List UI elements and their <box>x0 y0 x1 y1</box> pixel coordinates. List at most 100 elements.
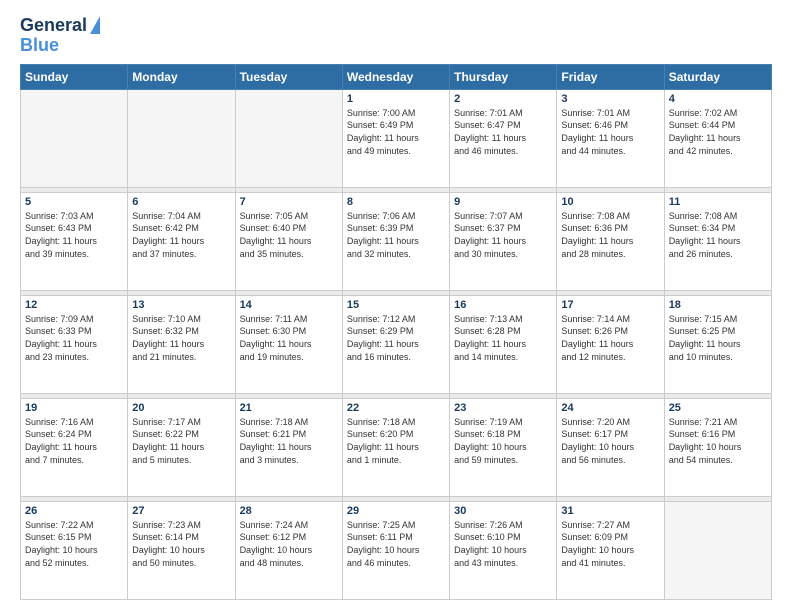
cell-info: Sunrise: 7:13 AM Sunset: 6:28 PM Dayligh… <box>454 313 552 363</box>
cell-info: Sunrise: 7:05 AM Sunset: 6:40 PM Dayligh… <box>240 210 338 260</box>
calendar-cell: 2 Sunrise: 7:01 AM Sunset: 6:47 PM Daylig… <box>450 89 557 187</box>
date-number: 10 <box>561 196 659 208</box>
calendar-cell: 24 Sunrise: 7:20 AM Sunset: 6:17 PM Dayli… <box>557 398 664 496</box>
calendar-cell: 5 Sunrise: 7:03 AM Sunset: 6:43 PM Daylig… <box>21 192 128 290</box>
calendar-cell <box>235 89 342 187</box>
calendar-cell: 17 Sunrise: 7:14 AM Sunset: 6:26 PM Dayli… <box>557 295 664 393</box>
date-number: 3 <box>561 93 659 105</box>
cell-info: Sunrise: 7:19 AM Sunset: 6:18 PM Dayligh… <box>454 416 552 466</box>
cell-info: Sunrise: 7:01 AM Sunset: 6:46 PM Dayligh… <box>561 107 659 157</box>
calendar-table: SundayMondayTuesdayWednesdayThursdayFrid… <box>20 64 772 600</box>
weekday-header: Saturday <box>664 64 771 89</box>
cell-info: Sunrise: 7:14 AM Sunset: 6:26 PM Dayligh… <box>561 313 659 363</box>
date-number: 5 <box>25 196 123 208</box>
cell-info: Sunrise: 7:15 AM Sunset: 6:25 PM Dayligh… <box>669 313 767 363</box>
cell-info: Sunrise: 7:10 AM Sunset: 6:32 PM Dayligh… <box>132 313 230 363</box>
date-number: 29 <box>347 505 445 517</box>
logo-text-blue: Blue <box>20 36 59 56</box>
date-number: 18 <box>669 299 767 311</box>
calendar-cell: 15Sunrise: 7:12 AM Sunset: 6:29 PM Dayli… <box>342 295 449 393</box>
date-number: 25 <box>669 402 767 414</box>
date-number: 22 <box>347 402 445 414</box>
calendar-cell: 26Sunrise: 7:22 AM Sunset: 6:15 PM Dayli… <box>21 501 128 599</box>
weekday-header: Thursday <box>450 64 557 89</box>
weekday-header: Tuesday <box>235 64 342 89</box>
cell-info: Sunrise: 7:04 AM Sunset: 6:42 PM Dayligh… <box>132 210 230 260</box>
date-number: 6 <box>132 196 230 208</box>
calendar-cell: 7 Sunrise: 7:05 AM Sunset: 6:40 PM Daylig… <box>235 192 342 290</box>
cell-info: Sunrise: 7:06 AM Sunset: 6:39 PM Dayligh… <box>347 210 445 260</box>
cell-info: Sunrise: 7:07 AM Sunset: 6:37 PM Dayligh… <box>454 210 552 260</box>
cell-info: Sunrise: 7:08 AM Sunset: 6:34 PM Dayligh… <box>669 210 767 260</box>
weekday-header: Friday <box>557 64 664 89</box>
header: General Blue <box>20 16 772 56</box>
calendar-cell: 3 Sunrise: 7:01 AM Sunset: 6:46 PM Daylig… <box>557 89 664 187</box>
calendar-cell: 29 Sunrise: 7:25 AM Sunset: 6:11 PM Dayli… <box>342 501 449 599</box>
cell-info: Sunrise: 7:01 AM Sunset: 6:47 PM Dayligh… <box>454 107 552 157</box>
calendar-cell: 31 Sunrise: 7:27 AM Sunset: 6:09 PM Dayli… <box>557 501 664 599</box>
date-number: 19 <box>25 402 123 414</box>
cell-info: Sunrise: 7:18 AM Sunset: 6:21 PM Dayligh… <box>240 416 338 466</box>
calendar-cell <box>664 501 771 599</box>
calendar-cell: 4 Sunrise: 7:02 AM Sunset: 6:44 PM Daylig… <box>664 89 771 187</box>
calendar-cell <box>128 89 235 187</box>
logo-triangle-icon <box>90 16 100 34</box>
calendar-week-row: 26Sunrise: 7:22 AM Sunset: 6:15 PM Dayli… <box>21 501 772 599</box>
date-number: 24 <box>561 402 659 414</box>
cell-info: Sunrise: 7:20 AM Sunset: 6:17 PM Dayligh… <box>561 416 659 466</box>
date-number: 27 <box>132 505 230 517</box>
date-number: 23 <box>454 402 552 414</box>
cell-info: Sunrise: 7:21 AM Sunset: 6:16 PM Dayligh… <box>669 416 767 466</box>
cell-info: Sunrise: 7:02 AM Sunset: 6:44 PM Dayligh… <box>669 107 767 157</box>
calendar-cell: 8Sunrise: 7:06 AM Sunset: 6:39 PM Daylig… <box>342 192 449 290</box>
cell-info: Sunrise: 7:27 AM Sunset: 6:09 PM Dayligh… <box>561 519 659 569</box>
calendar-week-row: 19 Sunrise: 7:16 AM Sunset: 6:24 PM Dayli… <box>21 398 772 496</box>
logo: General Blue <box>20 16 100 56</box>
cell-info: Sunrise: 7:00 AM Sunset: 6:49 PM Dayligh… <box>347 107 445 157</box>
calendar-week-row: 5 Sunrise: 7:03 AM Sunset: 6:43 PM Daylig… <box>21 192 772 290</box>
cell-info: Sunrise: 7:25 AM Sunset: 6:11 PM Dayligh… <box>347 519 445 569</box>
date-number: 31 <box>561 505 659 517</box>
calendar-cell: 30Sunrise: 7:26 AM Sunset: 6:10 PM Dayli… <box>450 501 557 599</box>
calendar-cell: 20 Sunrise: 7:17 AM Sunset: 6:22 PM Dayli… <box>128 398 235 496</box>
date-number: 15 <box>347 299 445 311</box>
calendar-cell <box>21 89 128 187</box>
calendar-cell: 1 Sunrise: 7:00 AM Sunset: 6:49 PM Daylig… <box>342 89 449 187</box>
calendar-cell: 22Sunrise: 7:18 AM Sunset: 6:20 PM Dayli… <box>342 398 449 496</box>
date-number: 28 <box>240 505 338 517</box>
calendar-cell: 12 Sunrise: 7:09 AM Sunset: 6:33 PM Dayli… <box>21 295 128 393</box>
date-number: 2 <box>454 93 552 105</box>
calendar-cell: 6 Sunrise: 7:04 AM Sunset: 6:42 PM Daylig… <box>128 192 235 290</box>
calendar-cell: 27Sunrise: 7:23 AM Sunset: 6:14 PM Dayli… <box>128 501 235 599</box>
logo-text-general: General <box>20 16 87 36</box>
date-number: 12 <box>25 299 123 311</box>
date-number: 21 <box>240 402 338 414</box>
date-number: 14 <box>240 299 338 311</box>
calendar-cell: 21 Sunrise: 7:18 AM Sunset: 6:21 PM Dayli… <box>235 398 342 496</box>
calendar-week-row: 1 Sunrise: 7:00 AM Sunset: 6:49 PM Daylig… <box>21 89 772 187</box>
calendar-cell: 14Sunrise: 7:11 AM Sunset: 6:30 PM Dayli… <box>235 295 342 393</box>
cell-info: Sunrise: 7:26 AM Sunset: 6:10 PM Dayligh… <box>454 519 552 569</box>
calendar-cell: 28 Sunrise: 7:24 AM Sunset: 6:12 PM Dayli… <box>235 501 342 599</box>
weekday-header: Monday <box>128 64 235 89</box>
cell-info: Sunrise: 7:08 AM Sunset: 6:36 PM Dayligh… <box>561 210 659 260</box>
calendar-cell: 13 Sunrise: 7:10 AM Sunset: 6:32 PM Dayli… <box>128 295 235 393</box>
calendar-cell: 23 Sunrise: 7:19 AM Sunset: 6:18 PM Dayli… <box>450 398 557 496</box>
cell-info: Sunrise: 7:09 AM Sunset: 6:33 PM Dayligh… <box>25 313 123 363</box>
cell-info: Sunrise: 7:16 AM Sunset: 6:24 PM Dayligh… <box>25 416 123 466</box>
calendar-cell: 18 Sunrise: 7:15 AM Sunset: 6:25 PM Dayli… <box>664 295 771 393</box>
calendar-header-row: SundayMondayTuesdayWednesdayThursdayFrid… <box>21 64 772 89</box>
cell-info: Sunrise: 7:17 AM Sunset: 6:22 PM Dayligh… <box>132 416 230 466</box>
cell-info: Sunrise: 7:22 AM Sunset: 6:15 PM Dayligh… <box>25 519 123 569</box>
date-number: 7 <box>240 196 338 208</box>
date-number: 20 <box>132 402 230 414</box>
date-number: 1 <box>347 93 445 105</box>
calendar-cell: 10 Sunrise: 7:08 AM Sunset: 6:36 PM Dayli… <box>557 192 664 290</box>
date-number: 9 <box>454 196 552 208</box>
weekday-header: Wednesday <box>342 64 449 89</box>
cell-info: Sunrise: 7:24 AM Sunset: 6:12 PM Dayligh… <box>240 519 338 569</box>
date-number: 4 <box>669 93 767 105</box>
date-number: 13 <box>132 299 230 311</box>
date-number: 17 <box>561 299 659 311</box>
cell-info: Sunrise: 7:03 AM Sunset: 6:43 PM Dayligh… <box>25 210 123 260</box>
